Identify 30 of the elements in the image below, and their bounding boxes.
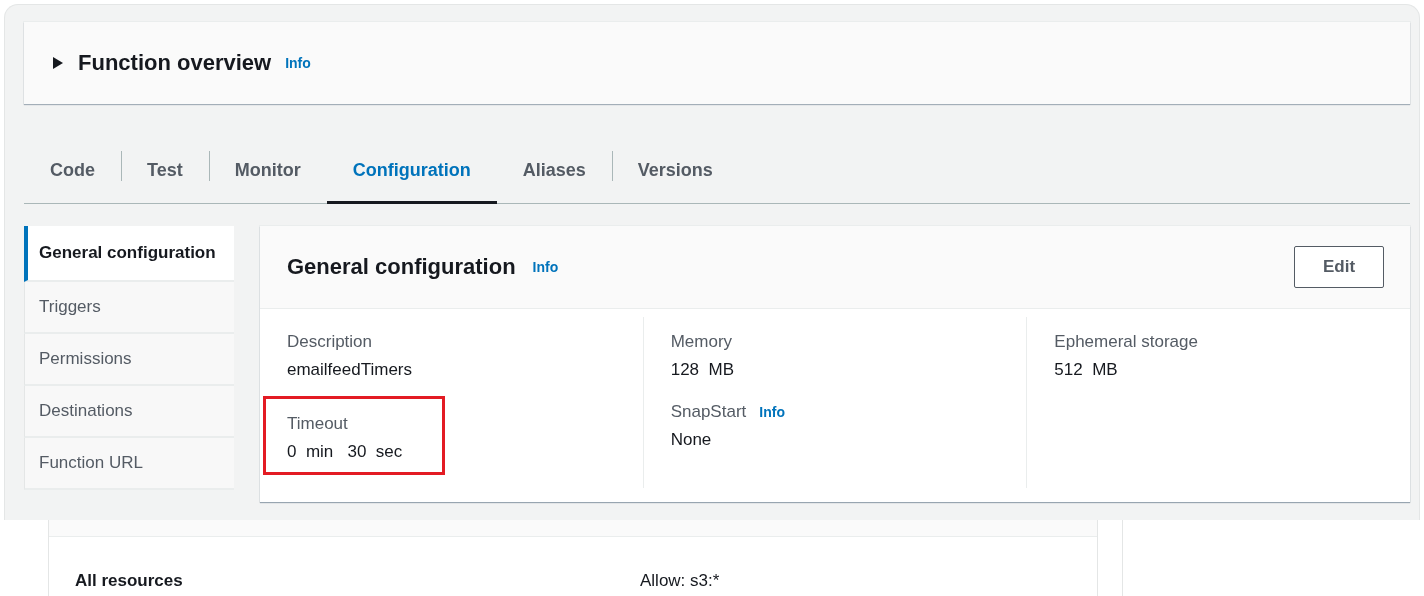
field-value: 0 min 30 sec — [287, 442, 403, 462]
tab[interactable]: Versions — [611, 140, 739, 204]
edit-button[interactable]: Edit — [1294, 246, 1384, 288]
sidebar-item[interactable]: General configuration — [24, 226, 234, 282]
table-cell-text: All resources — [74, 571, 184, 591]
field-label: Description — [287, 332, 373, 352]
info-link[interactable]: Info — [759, 404, 785, 420]
sidebar-item[interactable]: Triggers — [24, 282, 234, 334]
tab[interactable]: Aliases — [496, 140, 612, 204]
info-link[interactable]: Info — [532, 259, 559, 275]
field-value: 512 MB — [1054, 360, 1119, 380]
field-value: emailfeedTimers — [287, 360, 413, 380]
field-label: SnapStart — [670, 402, 747, 422]
field-label: Timeout — [287, 414, 348, 434]
info-link[interactable]: Info — [285, 55, 311, 71]
field-value: None — [670, 430, 713, 450]
tab[interactable]: Test — [121, 140, 209, 204]
tab[interactable]: Code — [24, 140, 121, 204]
table-cell: Allow: s3:* — [640, 571, 720, 591]
field-label: Ephemeral storage — [1054, 332, 1198, 352]
expand-triangle-icon[interactable] — [52, 56, 64, 70]
panel-title: General configuration — [287, 254, 516, 280]
field-label: Memory — [670, 332, 733, 352]
sidebar-item[interactable]: Destinations — [24, 386, 234, 438]
section-title: Function overview — [78, 50, 272, 76]
sidebar-item[interactable]: Permissions — [24, 334, 234, 386]
tab[interactable]: Monitor — [208, 140, 327, 204]
tab[interactable]: Configuration — [326, 140, 497, 204]
field-value: 128 MB — [670, 360, 734, 380]
sidebar-item[interactable]: Function URL — [24, 438, 234, 490]
